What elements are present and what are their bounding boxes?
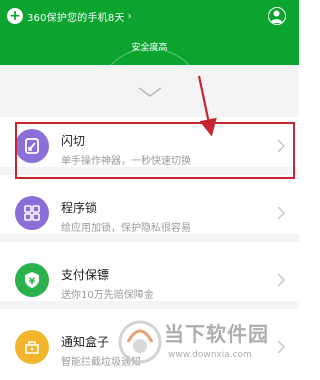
annotation-arrow (197, 75, 217, 137)
